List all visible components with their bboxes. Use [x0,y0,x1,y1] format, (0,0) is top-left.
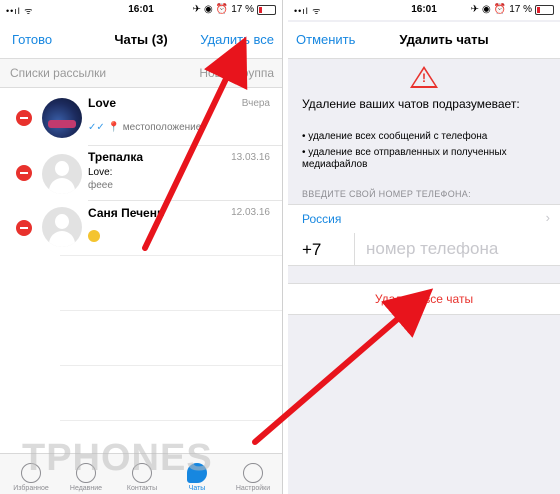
delete-circle-icon[interactable] [16,110,32,126]
new-group-link[interactable]: Новая группа [199,66,274,80]
read-ticks-icon: ✓✓ [88,122,105,133]
tab-label: Чаты [188,485,206,492]
status-right: ✈ ◉ ⏰ 17 % [193,4,276,15]
chat-name: Love [88,96,117,110]
chat-date: 13.03.16 [231,152,270,163]
divider [60,310,282,311]
chats-edit-screen: ••ıl ᯤ 16:01 ✈ ◉ ⏰ 17 % Готово Чаты (3) … [0,0,283,494]
delete-circle-icon[interactable] [16,220,32,236]
status-right: ✈ ◉ ⏰ 17 % [471,4,554,15]
bullet-item: • удаление все отправленных и полученных… [302,147,507,170]
divider [354,233,355,265]
chat-name: Саня Печень [88,206,165,220]
chevron-right-icon: › [545,210,550,225]
battery-percent: 17 % [509,4,532,15]
battery-icon [257,4,276,15]
nav-bar: Отменить Удалить чаты [288,22,560,59]
alarm-icon: ⏰ [493,4,507,15]
page-title: Удалить чаты [399,32,489,47]
delete-all-button[interactable]: Удалить все [200,32,274,47]
avatar-placeholder-icon [42,154,82,194]
chat-preview: ✓✓ 📍 местоположение [88,122,201,133]
warning-mark: ! [422,71,426,85]
broadcast-bar: Списки рассылки Новая группа [0,59,282,88]
chat-preview-line2: феее [88,180,113,191]
divider [60,255,282,256]
tab-label: Настройки [235,485,271,492]
smile-emoji-icon [88,230,100,242]
airplane-icon: ✈ [470,4,480,15]
nav-bar: Готово Чаты (3) Удалить все [0,22,282,59]
airplane-icon: ✈ [192,4,202,15]
phone-input[interactable] [364,237,548,261]
battery-level [259,6,262,13]
divider [60,420,282,421]
section-label: ВВЕДИТЕ СВОЙ НОМЕР ТЕЛЕФОНА: [302,189,471,199]
location-pin-icon: 📍 [107,122,120,133]
broadcast-lists-link[interactable]: Списки рассылки [10,66,106,80]
delete-circle-icon[interactable] [16,165,32,181]
avatar-placeholder-icon [42,207,82,247]
avatar [42,98,82,138]
country-value: Россия [302,212,342,226]
tab-settings[interactable]: Настройки [228,463,278,492]
chat-date: 12.03.16 [231,207,270,218]
battery-percent: 17 % [231,4,254,15]
chat-date: Вчера [241,98,270,109]
delete-heading: Удаление ваших чатов подразумевает: [302,97,520,111]
status-bar: ••ıl ᯤ 16:01 ✈ ◉ ⏰ 17 % [288,0,560,20]
chat-row[interactable]: Love Вчера ✓✓ 📍 местоположение [0,90,282,146]
chat-preview-text: местоположение [122,122,202,133]
battery-icon [535,4,554,15]
alarm-icon: ⏰ [215,4,229,15]
delete-all-chats-button[interactable]: Удалить все чаты [288,283,560,315]
tab-label: Избранное [13,485,49,492]
chat-preview: Love: [88,167,113,178]
status-bar: ••ıl ᯤ 16:01 ✈ ◉ ⏰ 17 % [0,0,282,20]
lock-rotation-icon: ◉ [482,4,491,15]
watermark: TPHONES [22,437,213,479]
delete-chats-screen: ••ıl ᯤ 16:01 ✈ ◉ ⏰ 17 % Отменить Удалить… [288,0,560,494]
lock-rotation-icon: ◉ [204,4,213,15]
phone-row: +7 [288,233,560,266]
bullet-item: • удаление всех сообщений с телефона [302,131,488,142]
chat-row[interactable]: Трепалка 13.03.16 Love: феее [0,146,282,202]
phone-code[interactable]: +7 [302,240,321,260]
chat-name: Трепалка [88,150,144,164]
chat-row[interactable]: Саня Печень 12.03.16 [0,201,282,257]
tab-label: Недавние [69,485,103,492]
divider [60,365,282,366]
battery-level [537,6,540,13]
tab-label: Контакты [126,485,158,492]
settings-icon [243,463,263,483]
country-select[interactable]: Россия › [288,204,560,234]
